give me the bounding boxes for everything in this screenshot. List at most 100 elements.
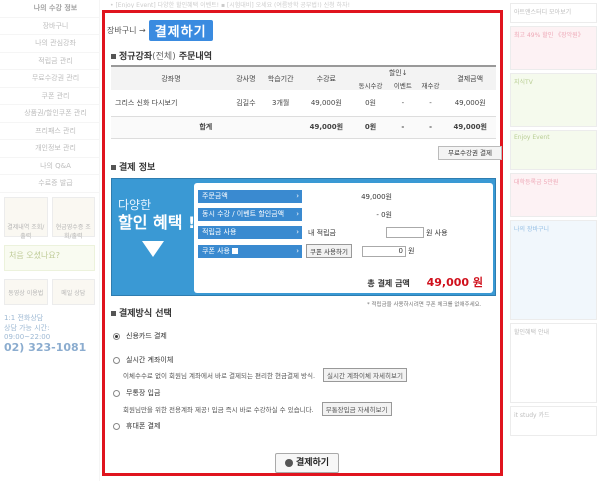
grand-total-amount: 49,000 원	[426, 276, 483, 289]
method-phone[interactable]: 휴대폰 결제	[113, 421, 160, 431]
payment-info-title-text: 결제 정보	[119, 163, 156, 173]
sidebar-heading: 나의 수강 정보	[0, 0, 99, 18]
sidebar-item-freepass[interactable]: 프리패스 관리	[0, 123, 99, 140]
deposit-detail-button[interactable]: 무통장입금 자세히보기	[321, 402, 392, 416]
realtime-desc-row: 이체수수료 없이 회원님 계좌에서 바로 결제되는 편리한 현금결제 방식. 실…	[123, 368, 407, 382]
row-disc-course: 0원	[352, 90, 389, 117]
right-sidebar: 아트앤스터디 모아보기 최고 49% 할인 《장악원》 지식TV Enjoy E…	[507, 0, 600, 481]
video-guide-tile[interactable]: 동영상 이용법	[4, 278, 48, 305]
sidebar-item-profile[interactable]: 개인정보 관리	[0, 140, 99, 158]
radio-realtime[interactable]	[113, 356, 120, 364]
page-title: 결제하기	[148, 20, 213, 41]
total-row: 합계 49,000원 0원 - - 49,000원	[111, 116, 496, 139]
coupon-label-text: 쿠폰 사용	[202, 246, 230, 255]
total-disc-event: -	[389, 116, 417, 139]
points-suffix: 원 사용	[426, 228, 448, 237]
col-discount: 할인↓	[352, 65, 445, 79]
section-bullet-icon	[111, 311, 116, 316]
concurrent-discount-row: 동시 수강 / 이벤트 할인금액 - 0원	[198, 208, 392, 221]
breadcrumb-cart[interactable]: 장바구니 →	[107, 25, 146, 36]
col-disc-resub: 재수강	[416, 79, 445, 90]
realtime-detail-button[interactable]: 실시간 계좌이체 자세히보기	[323, 368, 407, 382]
payment-methods: 신용카드 결제	[113, 331, 167, 345]
payment-info-panel: 다양한 할인 혜택 ! 주문금액 49,000원 동시 수강 / 이벤트 할인금…	[111, 178, 496, 296]
orders-title-tail: 주문내역	[175, 52, 212, 62]
checkout-panel: 장바구니 → 결제하기 정규강좌(전체) 주문내역 강좌명 강사명 학습기간 수…	[102, 10, 503, 476]
orders-title-sub: (전체)	[152, 52, 176, 62]
pay-icon	[284, 458, 293, 467]
cash-receipt-tile[interactable]: 현금영수증 조회/출력	[51, 196, 95, 240]
sidebar-item-certificate[interactable]: 수료증 발급	[0, 175, 99, 193]
concurrent-discount-value: - 0원	[376, 210, 392, 219]
payment-summary: 주문금액 49,000원 동시 수강 / 이벤트 할인금액 - 0원 적립금 사…	[194, 183, 493, 293]
sidebar-item-coupons[interactable]: 쿠폰 관리	[0, 88, 99, 105]
coupon-use-button[interactable]: 쿠폰 사용하기	[306, 244, 352, 258]
section-bullet-icon	[111, 165, 116, 170]
col-course: 강좌명	[111, 65, 231, 90]
right-box-collection[interactable]: 아트앤스터디 모아보기	[510, 3, 597, 23]
right-box-cart[interactable]: 나의 장바구니	[510, 220, 597, 320]
col-price: 수강료	[300, 65, 353, 90]
order-amount-label: 주문금액	[198, 190, 302, 203]
method-card-label: 신용카드 결제	[126, 332, 167, 340]
right-box-discount[interactable]: 최고 49% 할인 《장악원》	[510, 26, 597, 70]
row-course[interactable]: 그리스 신화 다시보기	[111, 90, 231, 117]
pay-button[interactable]: 결제하기	[275, 453, 339, 473]
points-label: 적립금 사용	[198, 226, 302, 239]
sidebar-item-free-voucher[interactable]: 무료수강권 관리	[0, 70, 99, 88]
method-card[interactable]: 신용카드 결제	[113, 331, 167, 341]
first-visit-banner[interactable]: 처음 오셨나요?	[4, 244, 95, 271]
col-amount: 결제금액	[444, 65, 496, 90]
points-note: * 적립금을 사용하시려면 쿠폰 체크를 없애주세요.	[367, 302, 482, 308]
total-amount: 49,000원	[444, 116, 496, 139]
right-box-tuition[interactable]: 대학등록금 5만원	[510, 173, 597, 217]
left-sidebar: 나의 수강 정보 장바구니 나의 관심강좌 적립금 관리 무료수강권 관리 쿠폰…	[0, 0, 100, 481]
payment-method-realtime: 실시간 계좌이체	[113, 355, 173, 369]
radio-card[interactable]	[113, 332, 120, 340]
right-box-event[interactable]: Enjoy Event	[510, 130, 597, 170]
sidebar-item-giftcards[interactable]: 상품권/할인쿠폰 관리	[0, 105, 99, 123]
discount-ad: 다양한 할인 혜택 !	[118, 197, 195, 233]
method-title-text: 결제방식 선택	[119, 309, 172, 319]
coupon-suffix: 원	[407, 247, 415, 255]
coupon-checkbox[interactable]	[232, 247, 239, 254]
radio-phone[interactable]	[113, 422, 120, 430]
discount-ad-line1: 다양한	[118, 198, 152, 212]
points-input[interactable]	[386, 227, 424, 238]
orders-table: 강좌명 강사명 학습기간 수강료 할인↓ 결제금액 동시수강 이벤트 재수강 그…	[111, 65, 496, 139]
sidebar-item-points[interactable]: 적립금 관리	[0, 53, 99, 70]
sidebar-item-qna[interactable]: 나의 Q&A	[0, 158, 99, 175]
right-box-tv[interactable]: 지식TV	[510, 73, 597, 127]
right-box-card[interactable]: it study 카드	[510, 406, 597, 436]
coupon-input[interactable]: 0	[361, 245, 406, 257]
order-amount-value: 49,000원	[361, 192, 392, 201]
page: • [Enjoy Event] 다양한 할인혜택 이벤트! ▪ [시험대비] 오…	[0, 0, 600, 481]
phone-consult-hours: 상담 가능 시간: 09:00~22:00	[4, 323, 51, 341]
pay-button-label: 결제하기	[295, 458, 330, 468]
method-realtime[interactable]: 실시간 계좌이체	[113, 355, 173, 365]
sidebar-item-interest[interactable]: 나의 관심강좌	[0, 35, 99, 53]
coupon-label: 쿠폰 사용	[198, 244, 302, 258]
method-realtime-label: 실시간 계좌이체	[126, 356, 174, 364]
right-box-benefits[interactable]: 할인혜택 안내	[510, 323, 597, 403]
mail-consult-tile[interactable]: 메일 상담	[51, 278, 95, 305]
method-deposit[interactable]: 무통장 입금	[113, 388, 160, 398]
deposit-desc: 회원님만을 위한 전용계좌 제공! 입금 즉시 바로 수강하실 수 있습니다.	[123, 406, 314, 414]
sidebar-item-cart[interactable]: 장바구니	[0, 18, 99, 35]
radio-deposit[interactable]	[113, 389, 120, 397]
payment-method-deposit: 무통장 입금	[113, 388, 160, 402]
arrow-down-icon	[142, 241, 164, 257]
payment-history-tile[interactable]: 결제내역 조회/출력	[4, 196, 48, 240]
breadcrumb: 장바구니 → 결제하기	[107, 20, 213, 41]
method-section-title: 결제방식 선택	[111, 306, 172, 319]
phone-number: 02) 323-1081	[4, 340, 87, 354]
total-disc-resub: -	[416, 116, 445, 139]
points-text: 내 적립금	[308, 228, 336, 237]
row-disc-resub: -	[416, 90, 445, 117]
phone-consult-title: 1:1 전화상담	[4, 313, 44, 322]
table-row: 그리스 신화 다시보기 김길수 3개월 49,000원 0원 - - 49,00…	[111, 90, 496, 117]
free-voucher-pay-button[interactable]: 무료수강권 결제	[438, 146, 502, 160]
points-row: 적립금 사용 내 적립금 원 사용	[198, 226, 448, 239]
col-lecturer: 강사명	[231, 65, 261, 90]
total-price: 49,000원	[300, 116, 353, 139]
